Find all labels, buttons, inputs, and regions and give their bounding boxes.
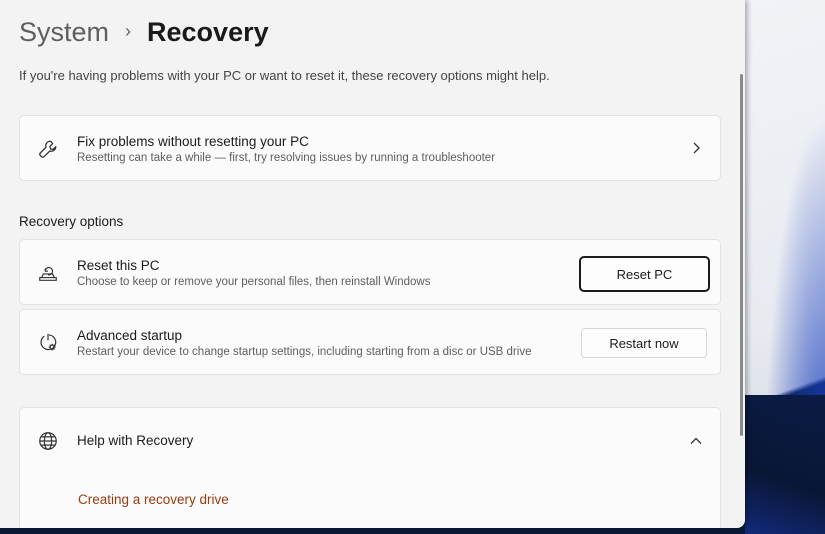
advanced-startup-description: Restart your device to change startup se… bbox=[77, 346, 532, 358]
breadcrumb-system-link[interactable]: System bbox=[19, 17, 109, 48]
reset-pc-title: Reset this PC bbox=[77, 258, 160, 273]
page-title: Recovery bbox=[147, 16, 269, 47]
recovery-options-heading: Recovery options bbox=[19, 214, 124, 229]
restart-now-button[interactable]: Restart now bbox=[581, 328, 707, 358]
creating-recovery-drive-link[interactable]: Creating a recovery drive bbox=[78, 492, 229, 507]
help-with-recovery-content: Creating a recovery drive bbox=[19, 472, 721, 528]
breadcrumb-separator: › bbox=[125, 20, 132, 41]
wrench-icon bbox=[36, 137, 60, 161]
advanced-startup-title: Advanced startup bbox=[77, 328, 183, 343]
help-with-recovery-title: Help with Recovery bbox=[77, 433, 194, 448]
fix-problems-description: Resetting can take a while — first, try … bbox=[77, 152, 496, 164]
intro-text: If you're having problems with your PC o… bbox=[19, 68, 550, 83]
globe-icon bbox=[36, 429, 60, 453]
advanced-startup-icon bbox=[36, 331, 60, 355]
advanced-startup-card: Advanced startup Restart your device to … bbox=[19, 309, 721, 375]
scrollbar-thumb[interactable] bbox=[740, 74, 743, 436]
desktop-wallpaper bbox=[745, 0, 825, 534]
reset-pc-icon bbox=[36, 261, 60, 285]
help-with-recovery-header[interactable]: Help with Recovery bbox=[19, 407, 721, 473]
reset-pc-description: Choose to keep or remove your personal f… bbox=[77, 276, 431, 288]
settings-window: System › Recovery If you're having probl… bbox=[0, 0, 745, 528]
fix-problems-card[interactable]: Fix problems without resetting your PC R… bbox=[19, 115, 721, 181]
chevron-up-icon[interactable] bbox=[688, 433, 704, 449]
reset-pc-card: Reset this PC Choose to keep or remove y… bbox=[19, 239, 721, 305]
chevron-right-icon bbox=[688, 140, 704, 156]
breadcrumb: System › Recovery bbox=[19, 14, 269, 50]
reset-pc-button[interactable]: Reset PC bbox=[579, 256, 710, 292]
fix-problems-title: Fix problems without resetting your PC bbox=[77, 134, 309, 149]
